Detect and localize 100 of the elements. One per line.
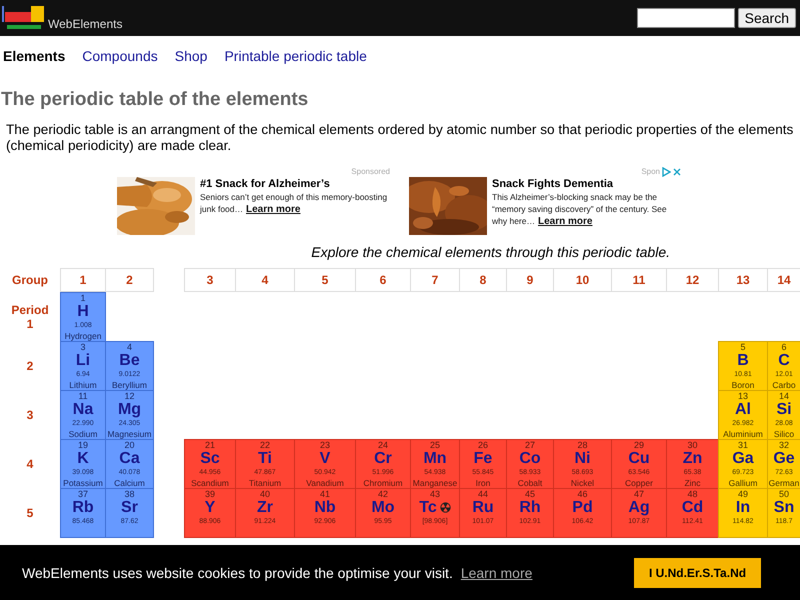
element-symbol: In	[736, 499, 750, 516]
element-symbol: K	[77, 450, 89, 467]
atomic-number: 32	[778, 440, 790, 450]
ad-title[interactable]: #1 Snack for Alzheimer’s	[200, 178, 390, 191]
element-symbol: Ge	[773, 450, 795, 467]
element-symbol: Mg	[118, 401, 142, 418]
element-symbol: Pd	[572, 499, 593, 516]
element-name: Aluminium	[722, 429, 764, 439]
atomic-number: 41	[318, 489, 331, 499]
element-symbol: Zn	[682, 450, 702, 467]
element-name: Iron	[474, 478, 492, 488]
group-header[interactable]: 3	[184, 268, 236, 292]
element-name: Vanadium	[305, 478, 345, 488]
group-header[interactable]: 10	[553, 268, 612, 292]
logo-icon[interactable]	[2, 6, 46, 32]
element-symbol: Sn	[774, 499, 794, 516]
group-header[interactable]: 9	[506, 268, 554, 292]
element-name: German	[768, 478, 800, 488]
group-header[interactable]: 5	[294, 268, 356, 292]
period-label: Period	[11, 302, 49, 316]
element-name: Silico	[772, 429, 796, 439]
element-symbol: C	[778, 352, 790, 369]
group-header[interactable]: 2	[105, 268, 154, 292]
element-symbol: Ca	[119, 450, 140, 467]
element-name: Nickel	[570, 478, 596, 488]
ad-title[interactable]: Snack Fights Dementia	[492, 178, 682, 191]
learn-more-link[interactable]: Learn more	[246, 204, 300, 215]
element-name: Hydrogen	[64, 331, 102, 341]
atomic-number: 21	[204, 440, 216, 450]
element-symbol: Tc	[419, 499, 437, 516]
learn-more-link[interactable]: Learn more	[538, 216, 592, 227]
element-name: Beryllium	[111, 380, 148, 390]
search-field[interactable]	[636, 8, 735, 28]
atomic-number: 12	[123, 391, 136, 401]
page-title: The periodic table of the elements	[1, 88, 310, 112]
sponsored-label: Sponsored	[351, 167, 390, 176]
ad-text: This Alzheimer’s-blocking snack may be the “memory saving discovery” of the century. See why here… Learn more	[492, 191, 668, 228]
cookie-message: WebElements uses website cookies to provide the optimise your visit.	[22, 564, 453, 580]
period-number: 2	[26, 358, 34, 372]
element-symbol: Ga	[732, 450, 754, 467]
element-symbol: Cr	[374, 450, 392, 467]
element-symbol: Ru	[472, 499, 494, 516]
site-name[interactable]: WebElements	[48, 17, 122, 31]
element-name: Zinc	[683, 478, 702, 488]
element-symbol: Cd	[682, 499, 704, 516]
group-header[interactable]: 4	[235, 268, 295, 292]
element-name: Manganese	[412, 478, 458, 488]
atomic-number: 1	[79, 293, 86, 303]
sponsored-label: Spon	[641, 167, 660, 176]
element-symbol: Ag	[628, 499, 650, 516]
element-name: Magnesium	[106, 429, 152, 439]
element-name: Cobalt	[516, 478, 544, 488]
explore-text: Explore the chemical elements through this periodic table.	[311, 244, 670, 260]
element-symbol: Na	[72, 401, 94, 418]
atomic-number: 47	[632, 489, 645, 499]
group-header[interactable]: 13	[718, 268, 768, 292]
nav-link[interactable]: Elements	[3, 48, 66, 64]
element-name: Calcium	[113, 478, 146, 488]
element-name: Copper	[624, 478, 654, 488]
period-number: 1	[26, 316, 34, 330]
group-header[interactable]: 11	[611, 268, 667, 292]
element-symbol: Mn	[423, 450, 447, 467]
element-name: Lithium	[68, 380, 98, 390]
group-header[interactable]: 6	[355, 268, 411, 292]
atomic-number: 25	[428, 440, 441, 450]
nav-link[interactable]: Printable periodic table	[224, 48, 367, 64]
element-symbol: Li	[76, 352, 90, 369]
period-number: 4	[26, 456, 34, 470]
ad-text: Seniors can’t get enough of this memory-boosting junk food… Learn more	[200, 191, 388, 216]
group-header[interactable]: 14	[767, 268, 800, 292]
group-header[interactable]: 8	[459, 268, 507, 292]
element-symbol: Fe	[474, 450, 492, 467]
atomic-number: 19	[76, 440, 89, 450]
atomic-number: 4	[126, 342, 133, 352]
intro-paragraph: The periodic table is an arrangment of the chemical elements ordered by atomic number so that periodic properties of the elements (chemical periodicity) are made clear.	[6, 122, 794, 154]
element-name: Scandium	[190, 478, 230, 488]
group-label: Group	[11, 272, 49, 289]
element-name: Potassium	[62, 478, 104, 488]
atomic-number: 44	[476, 489, 489, 499]
atomic-number: 29	[632, 440, 645, 450]
element-symbol: Rb	[72, 499, 94, 516]
atomic-number: 45	[524, 489, 536, 499]
group-header[interactable]: 12	[666, 268, 719, 292]
group-header[interactable]: 7	[410, 268, 460, 292]
atomic-number: 26	[476, 440, 489, 450]
ad-choices-icon[interactable]	[661, 166, 671, 176]
element-symbol: Cu	[628, 450, 650, 467]
learn-more-link[interactable]: Learn more	[460, 564, 532, 580]
atomic-number: 23	[318, 440, 331, 450]
close-icon[interactable]	[672, 166, 682, 176]
atomic-number: 14	[778, 391, 790, 401]
atomic-number: 46	[576, 489, 588, 499]
element-symbol: Be	[119, 352, 140, 369]
element-symbol: Zr	[257, 499, 273, 516]
nav-link[interactable]: Shop	[174, 48, 208, 64]
atomic-number: 11	[77, 391, 89, 401]
nav-link[interactable]: Compounds	[82, 48, 158, 64]
search-button[interactable]: Search	[738, 8, 796, 28]
accept-button[interactable]: I U.Nd.Er.S.Ta.Nd	[634, 558, 761, 588]
atomic-number: 38	[123, 489, 136, 499]
